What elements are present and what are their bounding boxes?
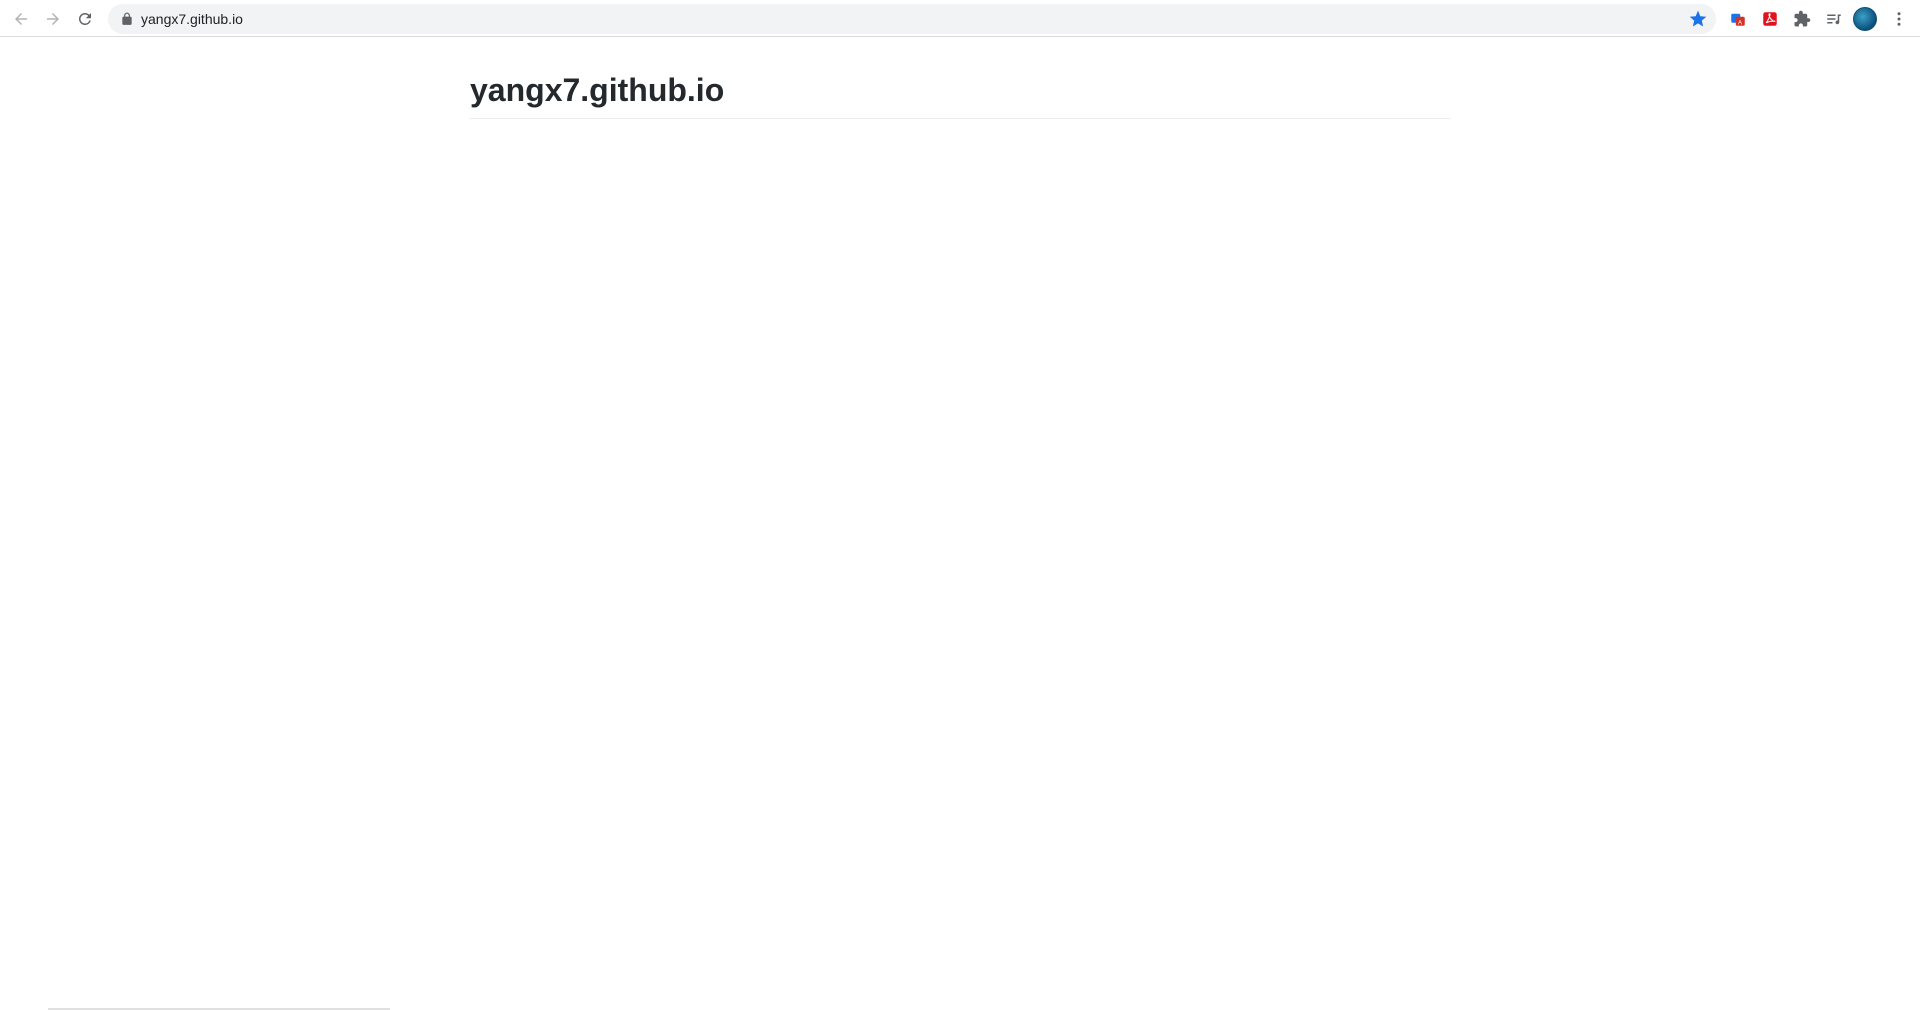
back-button[interactable] [7, 5, 35, 33]
puzzle-icon[interactable] [1790, 7, 1814, 31]
reading-list-icon[interactable] [1822, 7, 1846, 31]
page-title: yangx7.github.io [470, 37, 1450, 119]
svg-text:A: A [1738, 20, 1742, 26]
url-text[interactable]: yangx7.github.io [141, 11, 243, 27]
forward-button[interactable] [39, 5, 67, 33]
kebab-menu-icon[interactable] [1887, 7, 1911, 31]
page-content: yangx7.github.io [470, 37, 1450, 119]
address-bar[interactable]: yangx7.github.io [108, 4, 1716, 34]
reload-icon [79, 12, 91, 25]
translate-extension-icon[interactable]: A [1726, 7, 1750, 31]
reload-button[interactable] [71, 5, 99, 33]
star-icon[interactable] [1688, 9, 1708, 29]
lock-icon[interactable] [120, 12, 134, 26]
arrow-left-icon [15, 13, 27, 25]
pdf-extension-icon[interactable] [1758, 7, 1782, 31]
profile-avatar[interactable] [1853, 7, 1877, 31]
arrow-right-icon [47, 13, 59, 25]
browser-toolbar: yangx7.github.io A [0, 0, 1920, 37]
